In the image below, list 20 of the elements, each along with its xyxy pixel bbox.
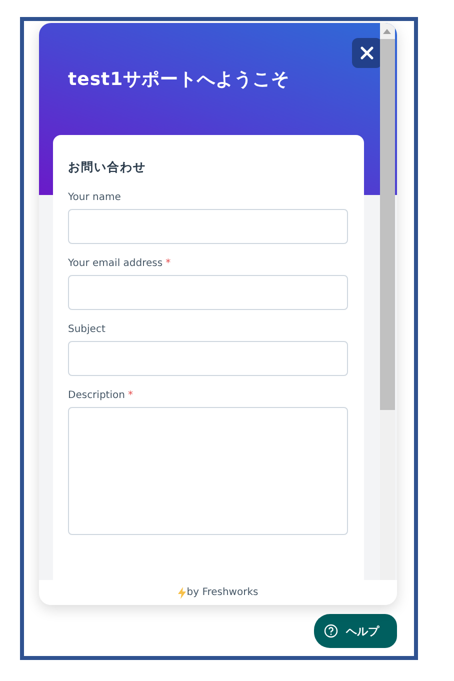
close-icon bbox=[360, 46, 374, 60]
required-mark: * bbox=[166, 258, 171, 269]
help-button[interactable]: ヘルプ bbox=[314, 614, 397, 648]
field-label: Description bbox=[68, 390, 125, 401]
form-heading: お問い合わせ bbox=[68, 159, 147, 176]
input-field[interactable] bbox=[68, 209, 348, 244]
welcome-title: test1サポートへようこそ bbox=[68, 69, 290, 90]
field-label: Your email address bbox=[68, 258, 163, 269]
input-field[interactable] bbox=[68, 275, 348, 310]
description-field[interactable] bbox=[68, 407, 348, 535]
lightning-icon bbox=[178, 586, 186, 598]
input-field[interactable] bbox=[68, 341, 348, 376]
field-label: Your name bbox=[68, 192, 121, 203]
help-icon bbox=[324, 624, 338, 638]
field-label: Subject bbox=[68, 324, 106, 335]
scroll-up-icon[interactable] bbox=[383, 28, 391, 34]
close-button[interactable] bbox=[352, 38, 382, 68]
scroll-thumb[interactable] bbox=[380, 39, 395, 410]
required-mark: * bbox=[128, 390, 133, 401]
powered-by-text: by Freshworks bbox=[186, 587, 258, 598]
